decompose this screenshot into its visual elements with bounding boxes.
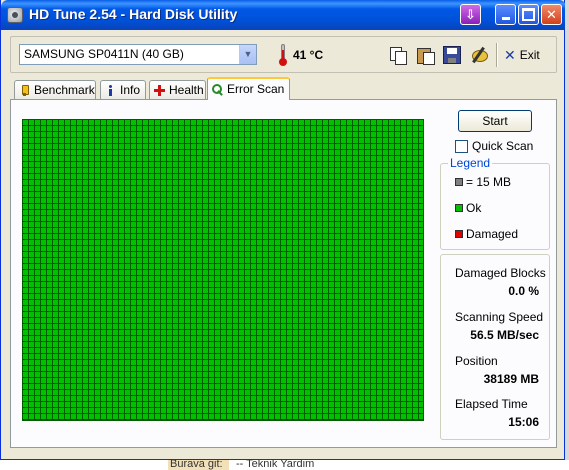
- health-icon: [154, 84, 165, 96]
- window-edge: [565, 0, 569, 460]
- scanning-speed-label: Scanning Speed: [455, 310, 544, 324]
- tab-benchmark[interactable]: Benchmark: [14, 80, 96, 99]
- app-icon[interactable]: [7, 7, 23, 23]
- tab-label: Benchmark: [34, 82, 95, 97]
- tab-label: Error Scan: [227, 82, 285, 96]
- checkbox-box[interactable]: [455, 139, 468, 153]
- download-button[interactable]: ⇩: [460, 4, 481, 25]
- tab-label: Info: [120, 82, 141, 97]
- scanning-speed-value: 56.5 MB/sec: [470, 328, 539, 342]
- save-icon[interactable]: [443, 46, 461, 64]
- toolbar: SAMSUNG SP0411N (40 GB) ▼ 41 °C ✕ Exit: [10, 36, 557, 73]
- tab-label: Health: [169, 82, 204, 97]
- position-label: Position: [455, 354, 498, 368]
- temperature-readout: 41 °C: [293, 48, 324, 62]
- start-button[interactable]: Start: [458, 110, 532, 132]
- close-button[interactable]: ✕: [541, 4, 562, 25]
- legend-label: = 15 MB: [466, 175, 512, 189]
- legend-item-ok: Ok: [455, 201, 481, 215]
- minimize-button[interactable]: [495, 4, 516, 25]
- info-icon: [105, 84, 116, 96]
- elapsed-time-label: Elapsed Time: [455, 397, 528, 411]
- damaged-blocks-label: Damaged Blocks: [455, 266, 546, 280]
- paste-icon[interactable]: [416, 46, 435, 65]
- red-swatch: [455, 230, 463, 238]
- legend-group: Legend = 15 MB Ok Damaged: [440, 156, 550, 250]
- start-button-label: Start: [482, 114, 508, 128]
- tab-error-scan[interactable]: Error Scan: [207, 77, 290, 100]
- legend-item-block-size: = 15 MB: [455, 175, 511, 189]
- error-scan-icon: [212, 84, 223, 95]
- legend-label: Ok: [466, 201, 482, 215]
- legend-title: Legend: [448, 156, 493, 170]
- download-icon: ⇩: [465, 6, 476, 22]
- options-icon[interactable]: [470, 46, 488, 64]
- window-title: HD Tune 2.54 - Hard Disk Utility: [29, 6, 238, 22]
- exit-icon: ✕: [504, 47, 516, 63]
- thermometer-icon: [279, 44, 287, 66]
- benchmark-icon: [19, 84, 30, 96]
- error-scan-panel: Start Quick Scan Legend = 15 MB Ok Damag…: [10, 99, 557, 448]
- close-icon: ✕: [546, 6, 557, 22]
- toolbar-separator: [496, 43, 498, 67]
- quick-scan-checkbox[interactable]: Quick Scan: [455, 139, 533, 153]
- damaged-blocks-value: 0.0 %: [508, 284, 539, 298]
- quick-scan-label: Quick Scan: [472, 139, 534, 153]
- legend-label: Damaged: [466, 227, 519, 241]
- elapsed-time-value: 15:06: [508, 415, 539, 429]
- position-value: 38189 MB: [483, 372, 539, 386]
- gray-swatch: [455, 178, 463, 186]
- maximize-button[interactable]: [518, 4, 539, 25]
- scan-stats-group: Damaged Blocks 0.0 % Scanning Speed 56.5…: [440, 254, 550, 440]
- scan-block-grid: [22, 119, 424, 421]
- background-window-strip: Burava git: -- Teknik Yardim: [0, 460, 569, 470]
- copy-icon[interactable]: [389, 46, 407, 65]
- tab-health[interactable]: Health: [149, 80, 206, 99]
- legend-item-damaged: Damaged: [455, 227, 518, 241]
- drive-select[interactable]: SAMSUNG SP0411N (40 GB) ▼: [19, 44, 257, 65]
- tab-info[interactable]: Info: [100, 80, 146, 99]
- background-text: -- Teknik Yardim: [236, 460, 315, 470]
- title-bar[interactable]: HD Tune 2.54 - Hard Disk Utility ⇩ ✕: [1, 0, 566, 30]
- exit-button[interactable]: ✕ Exit: [504, 46, 540, 64]
- background-label: Burava git:: [170, 460, 223, 470]
- exit-label: Exit: [519, 48, 540, 62]
- drive-select-value: SAMSUNG SP0411N (40 GB): [24, 47, 184, 61]
- chevron-down-icon[interactable]: ▼: [239, 45, 256, 64]
- app-window: HD Tune 2.54 - Hard Disk Utility ⇩ ✕ SAM…: [0, 0, 566, 460]
- green-swatch: [455, 204, 463, 212]
